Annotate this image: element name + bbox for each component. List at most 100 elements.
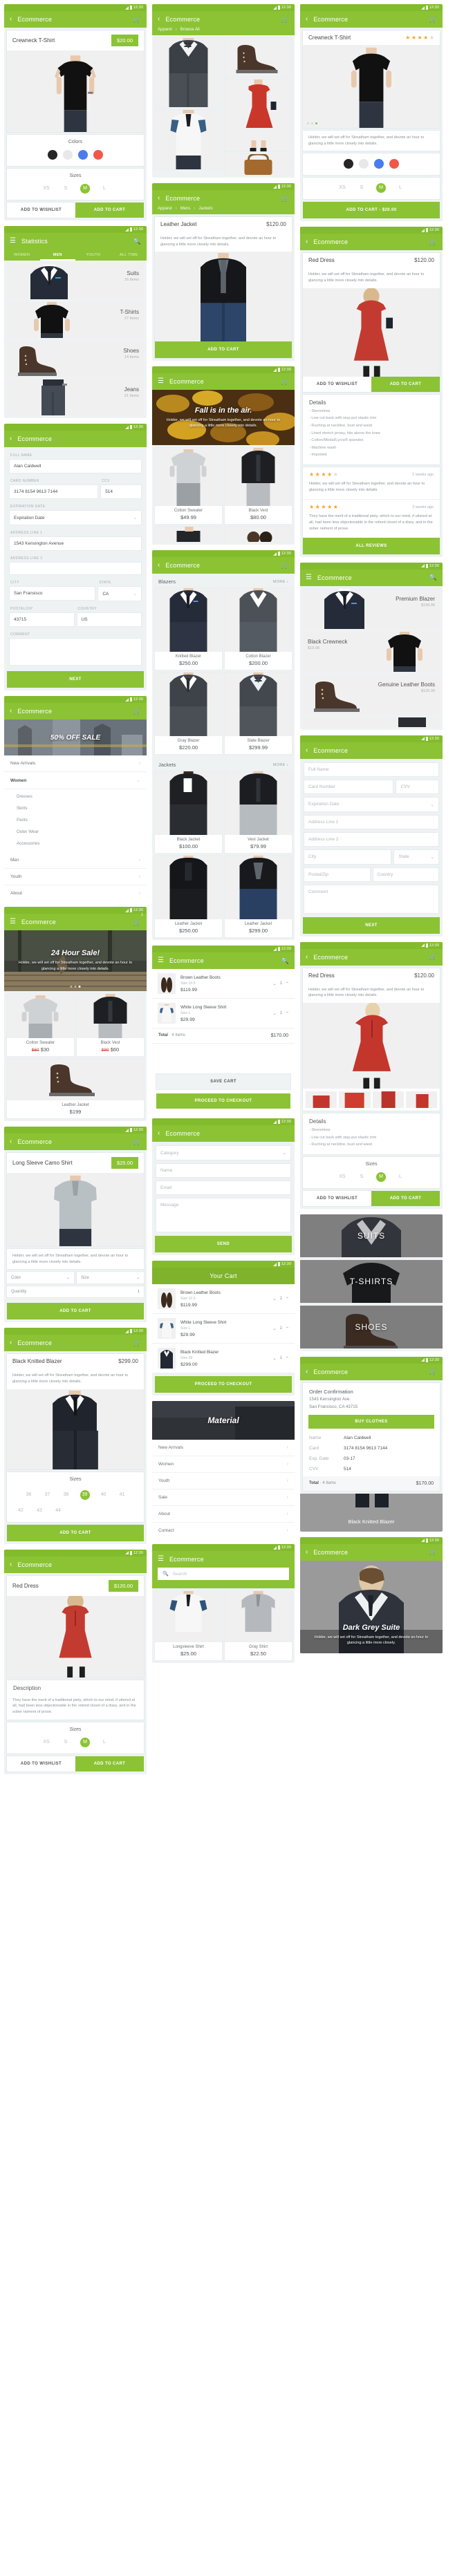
- size-option-m[interactable]: M: [80, 1737, 90, 1747]
- item-quantity[interactable]: ⌄ 1 ⌃: [273, 1297, 289, 1301]
- carousel-dot[interactable]: [70, 986, 73, 988]
- cart-item[interactable]: Black Knitted Blazer Size 39 $299.00 ⌄ 1…: [152, 1344, 295, 1374]
- add-to-cart-button[interactable]: ADD TO CART: [155, 341, 292, 359]
- size-option-36[interactable]: 36: [24, 1490, 34, 1500]
- product-tile[interactable]: Black Vest $80 $60: [77, 994, 144, 1056]
- hamburger-icon[interactable]: ☰: [158, 957, 164, 964]
- country-input[interactable]: Country: [373, 867, 438, 881]
- next-button[interactable]: NEXT: [7, 671, 144, 688]
- qty-decrease-icon[interactable]: ⌄: [273, 1326, 277, 1331]
- size-option-l[interactable]: L: [100, 184, 109, 194]
- cart-icon[interactable]: 🛒: [429, 16, 437, 23]
- back-icon[interactable]: ‹: [306, 953, 308, 961]
- menu-item-youth[interactable]: Youth ›: [4, 869, 147, 885]
- size-option-m[interactable]: M: [376, 1172, 386, 1182]
- item-quantity[interactable]: ⌄ 1 ⌃: [273, 1326, 289, 1331]
- section-more-link[interactable]: MORE ›: [273, 580, 288, 584]
- next-button[interactable]: NEXT: [303, 916, 440, 934]
- color-swatch-blue[interactable]: [374, 159, 384, 169]
- gallery-thumbnail[interactable]: [306, 1091, 337, 1108]
- tab-all-time[interactable]: ALL TIME: [111, 250, 147, 261]
- qty-decrease-icon[interactable]: ⌄: [273, 1297, 277, 1301]
- size-option-xs[interactable]: XS: [337, 183, 347, 193]
- size-option-42[interactable]: 42: [16, 1506, 26, 1516]
- size-option-l[interactable]: L: [396, 183, 405, 193]
- search-icon[interactable]: 🔍: [133, 238, 141, 245]
- qty-increase-icon[interactable]: ⌃: [286, 1356, 289, 1361]
- city-input[interactable]: City: [304, 849, 391, 864]
- cart-icon[interactable]: 🛒: [429, 954, 437, 960]
- product-tile[interactable]: Leather Jacket $250.00: [155, 856, 222, 938]
- submenu-item-accessories[interactable]: Accessories: [4, 838, 147, 849]
- featured-row[interactable]: Black Crewneck $19.99: [303, 631, 440, 672]
- breadcrumb-jackets[interactable]: Jackets: [198, 207, 212, 211]
- back-icon[interactable]: ‹: [158, 562, 160, 569]
- size-option-m[interactable]: M: [80, 184, 90, 194]
- item-quantity[interactable]: ⌄ 1 ⌃: [273, 981, 289, 986]
- back-icon[interactable]: ‹: [306, 16, 308, 23]
- back-icon[interactable]: ‹: [306, 746, 308, 754]
- hamburger-icon[interactable]: ☰: [10, 238, 16, 245]
- comment-input[interactable]: [10, 639, 141, 665]
- breadcrumb-browse-all[interactable]: Browse All: [180, 28, 200, 32]
- submenu-item-dresses[interactable]: Dresses: [4, 791, 147, 802]
- qty-increase-icon[interactable]: ⌃: [286, 981, 289, 986]
- cart-icon[interactable]: 🛒: [429, 1549, 437, 1555]
- size-select[interactable]: Size ⌄: [77, 1272, 144, 1284]
- back-icon[interactable]: ‹: [10, 1138, 12, 1145]
- full-name-input[interactable]: Alan Caldwell: [10, 460, 141, 473]
- back-icon[interactable]: ‹: [306, 238, 308, 245]
- tile-brown-bag[interactable]: [225, 154, 292, 175]
- back-icon[interactable]: ‹: [306, 1548, 308, 1556]
- product-tile[interactable]: Vest Jacket $79.99: [225, 771, 292, 854]
- carousel-dot-active[interactable]: [78, 986, 81, 988]
- menu-item-women[interactable]: Women ⌄: [4, 772, 147, 789]
- menu-item-contact[interactable]: Contact ›: [152, 1523, 295, 1539]
- hamburger-icon[interactable]: ☰: [158, 1556, 164, 1563]
- section-more-link[interactable]: MORE ›: [273, 763, 288, 767]
- address-line-1-input[interactable]: Address Line 1: [304, 815, 438, 829]
- menu-item-men[interactable]: Men ›: [4, 852, 147, 869]
- featured-row[interactable]: Genuine Leather Boots $125.00: [303, 674, 440, 715]
- category-row[interactable]: Suits 16 Items: [7, 263, 144, 299]
- featured-row[interactable]: Premium Blazer $199.99: [303, 588, 440, 629]
- breadcrumb-mens[interactable]: Mens: [180, 207, 191, 211]
- city-input[interactable]: San Fransisco: [10, 587, 95, 600]
- search-icon[interactable]: 🔍: [281, 957, 289, 964]
- cart-button[interactable]: 🛒 1: [133, 913, 143, 928]
- color-swatch-red[interactable]: [389, 159, 399, 169]
- state-select[interactable]: CA ⌄: [98, 587, 141, 601]
- cart-icon[interactable]: 🛒: [133, 16, 141, 23]
- buy-clothes-button[interactable]: BUY CLOTHES: [308, 1414, 434, 1429]
- product-tile[interactable]: Longsleeve Shirt $25.00: [155, 1591, 222, 1661]
- size-option-xs[interactable]: XS: [41, 1738, 51, 1747]
- color-swatch-red[interactable]: [93, 150, 103, 160]
- product-tile[interactable]: [155, 527, 222, 543]
- cvv-input[interactable]: CVV: [396, 780, 438, 793]
- size-option-39[interactable]: 39: [80, 1489, 90, 1500]
- message-input[interactable]: Message: [156, 1198, 290, 1232]
- back-icon[interactable]: ‹: [10, 1561, 12, 1568]
- back-icon[interactable]: ‹: [10, 435, 12, 442]
- tile-raglan-shirt[interactable]: [155, 110, 222, 169]
- menu-item-about[interactable]: About ›: [152, 1506, 295, 1523]
- cart-icon[interactable]: 🛒: [133, 1138, 141, 1145]
- product-tile[interactable]: Black Vest $80.00: [225, 448, 292, 525]
- tab-women[interactable]: WOMEN: [4, 250, 40, 261]
- size-option-s[interactable]: S: [61, 184, 71, 194]
- size-option-l[interactable]: L: [100, 1738, 109, 1747]
- cart-item[interactable]: White Long Sleeve Shirt Size L $29.99 ⌄ …: [152, 999, 295, 1029]
- color-swatch-white[interactable]: [63, 150, 73, 160]
- item-quantity[interactable]: ⌄ 1 ⌃: [273, 1356, 289, 1361]
- cart-icon[interactable]: 🛒: [281, 378, 289, 385]
- card-number-input[interactable]: Card Number: [304, 780, 393, 793]
- comment-input[interactable]: Comment: [304, 885, 438, 913]
- qty-increase-icon[interactable]: ⌃: [286, 1326, 289, 1331]
- gallery-thumbnail[interactable]: [372, 1091, 404, 1108]
- product-tile[interactable]: Leather Jacket $299.00: [225, 856, 292, 938]
- big-category-suits[interactable]: SUITS: [300, 1214, 443, 1257]
- menu-item-women[interactable]: Women ›: [152, 1456, 295, 1474]
- category-select[interactable]: Category ⌄: [156, 1146, 290, 1160]
- product-tile[interactable]: Black Jacket $100.00: [155, 771, 222, 854]
- ccv-input[interactable]: 514: [101, 485, 141, 498]
